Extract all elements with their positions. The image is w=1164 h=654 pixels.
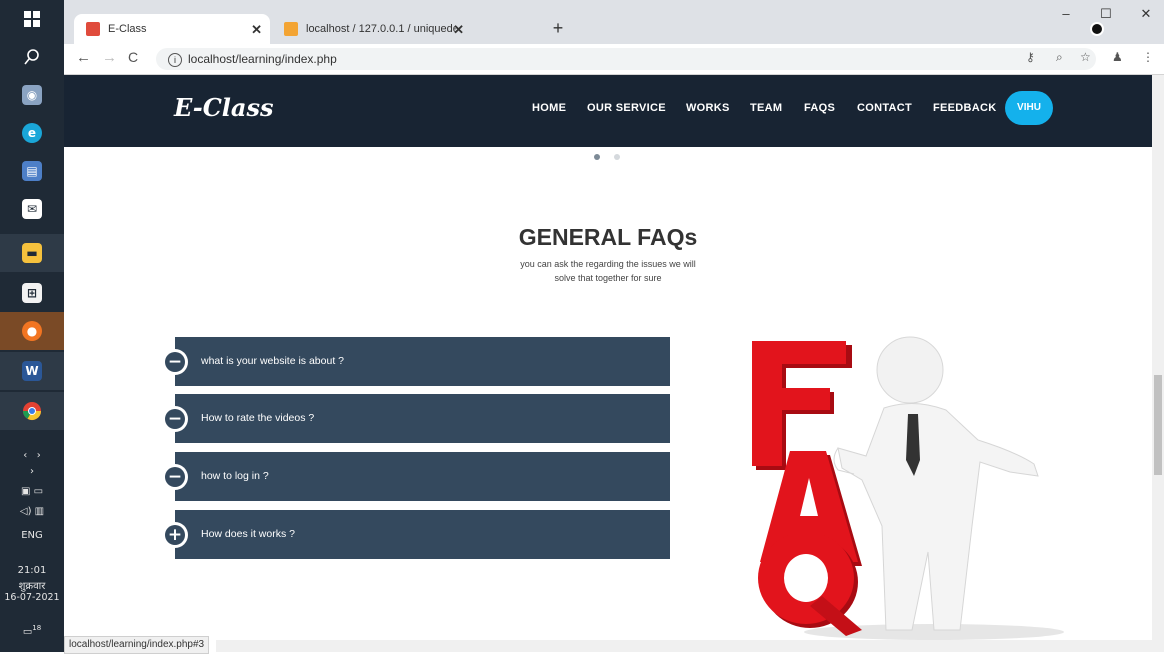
reload-icon[interactable]: C	[128, 49, 138, 65]
faq-question: How to rate the videos ?	[201, 412, 315, 424]
expand-plus-icon[interactable]: +	[162, 522, 188, 548]
nav-team[interactable]: TEAM	[750, 102, 782, 114]
nav-contact[interactable]: CONTACT	[857, 102, 912, 114]
scrollbar-thumb[interactable]	[1154, 375, 1162, 475]
clock-date: 16-07-2021	[4, 592, 60, 603]
windows-taskbar: ◉ e ▤ ✉ ▬ ⊞ ● W ‹ › › ▣ ▭ ◁) ▥ ENG 21:01…	[0, 0, 64, 652]
tray-scroll-arrows[interactable]: ‹ ›	[0, 450, 64, 461]
close-window-icon[interactable]: ✕	[1126, 6, 1164, 22]
faq-item[interactable]: How to rate the videos ?	[175, 394, 670, 443]
new-tab-icon[interactable]: +	[548, 18, 568, 38]
word-icon[interactable]: W	[0, 352, 64, 390]
minimize-icon[interactable]: –	[1046, 6, 1086, 21]
phpmyadmin-favicon-icon	[284, 22, 298, 36]
clock-time[interactable]: 21:01	[0, 565, 64, 576]
site-logo[interactable]: E-Class	[174, 93, 274, 122]
faq-item[interactable]: what is your website is about ?	[175, 337, 670, 386]
back-icon[interactable]: ←	[76, 49, 91, 66]
faq-question: How does it works ?	[201, 528, 295, 540]
browser-toolbar: ← → C i localhost/learning/index.php ⚷ ⌕ …	[64, 44, 1164, 75]
eclass-favicon-icon	[86, 22, 100, 36]
profile-icon[interactable]	[1090, 22, 1104, 36]
faq-subtitle-line-2: solve that together for sure	[554, 273, 662, 283]
site-info-icon[interactable]: i	[168, 52, 182, 67]
browser-titlebar: E-Class ✕ localhost / 127.0.0.1 / unique…	[64, 0, 1164, 44]
address-bar[interactable]: i localhost/learning/index.php	[156, 48, 1096, 70]
notification-count: 18	[32, 624, 42, 632]
menu-kebab-icon[interactable]: ⋮	[1142, 50, 1154, 64]
status-bar-url: localhost/learning/index.php#3	[64, 636, 210, 654]
file-explorer-icon[interactable]: ▬	[0, 234, 64, 272]
web-page: E-Class HOME OUR SERVICE WORKS TEAM FAQS…	[64, 75, 1152, 640]
tab-phpmyadmin[interactable]: localhost / 127.0.0.1 / uniquede ✕	[272, 14, 472, 44]
mail-icon[interactable]: ✉	[0, 190, 64, 228]
tab-title: E-Class	[108, 23, 147, 35]
bookmark-star-icon[interactable]: ☆	[1080, 50, 1091, 64]
nav-works[interactable]: WORKS	[686, 102, 730, 114]
nav-faqs[interactable]: FAQS	[804, 102, 835, 114]
nav-feedback[interactable]: FEEDBACK	[933, 102, 997, 114]
extension-icon[interactable]: ♟	[1112, 50, 1123, 64]
faq-illustration	[752, 336, 1064, 640]
faq-item[interactable]: How does it works ?	[175, 510, 670, 559]
collapse-minus-icon[interactable]: −	[162, 464, 188, 490]
firefox-icon[interactable]: ●	[0, 312, 64, 350]
person-figure	[833, 336, 1039, 631]
horizontal-scrollbar[interactable]	[216, 640, 1152, 652]
remote-icon[interactable]: ▤	[0, 152, 64, 190]
camera-icon[interactable]: ◉	[0, 76, 64, 114]
faq-heading: GENERAL FAQs	[518, 224, 698, 250]
user-button[interactable]: VIHU	[1005, 91, 1053, 125]
close-tab-icon[interactable]: ✕	[453, 22, 464, 38]
chrome-icon[interactable]	[0, 392, 64, 430]
volume-icon[interactable]: ◁) ▥	[0, 506, 64, 517]
store-icon[interactable]: ⊞	[0, 274, 64, 312]
key-icon[interactable]: ⚷	[1026, 50, 1035, 64]
carousel-dot[interactable]	[614, 154, 620, 160]
windows-start-icon[interactable]	[0, 0, 64, 38]
maximize-icon[interactable]: ☐	[1086, 6, 1126, 22]
close-tab-icon[interactable]: ✕	[251, 22, 262, 38]
clock-day: शुक्रवार	[18, 581, 46, 592]
nav-our-service[interactable]: OUR SERVICE	[587, 102, 666, 114]
collapse-minus-icon[interactable]: −	[162, 349, 188, 375]
forward-icon[interactable]: →	[102, 49, 117, 66]
collapse-minus-icon[interactable]: −	[162, 406, 188, 432]
site-navbar: E-Class HOME OUR SERVICE WORKS TEAM FAQS…	[64, 75, 1152, 147]
zoom-icon[interactable]: ⌕	[1056, 50, 1063, 65]
vertical-scrollbar[interactable]	[1152, 75, 1164, 652]
edge-icon[interactable]: e	[0, 114, 64, 152]
notification-icon[interactable]: ▭18	[0, 624, 64, 637]
tab-title: localhost / 127.0.0.1 / uniquede	[306, 23, 456, 35]
url-text: localhost/learning/index.php	[188, 52, 337, 66]
language-indicator[interactable]: ENG	[0, 530, 64, 541]
letter-f-shape	[752, 341, 852, 470]
search-icon[interactable]	[0, 38, 64, 76]
chevron-right-icon[interactable]: ›	[0, 466, 64, 477]
network-icon[interactable]: ▣ ▭	[0, 486, 64, 497]
faq-item[interactable]: how to log in ?	[175, 452, 670, 501]
carousel-dot-active[interactable]	[594, 154, 600, 160]
faq-question: how to log in ?	[201, 470, 269, 482]
faq-subtitle-line-1: you can ask the regarding the issues we …	[520, 259, 696, 269]
tab-eclass[interactable]: E-Class ✕	[74, 14, 270, 44]
faq-question: what is your website is about ?	[201, 355, 344, 367]
nav-home[interactable]: HOME	[532, 102, 566, 114]
